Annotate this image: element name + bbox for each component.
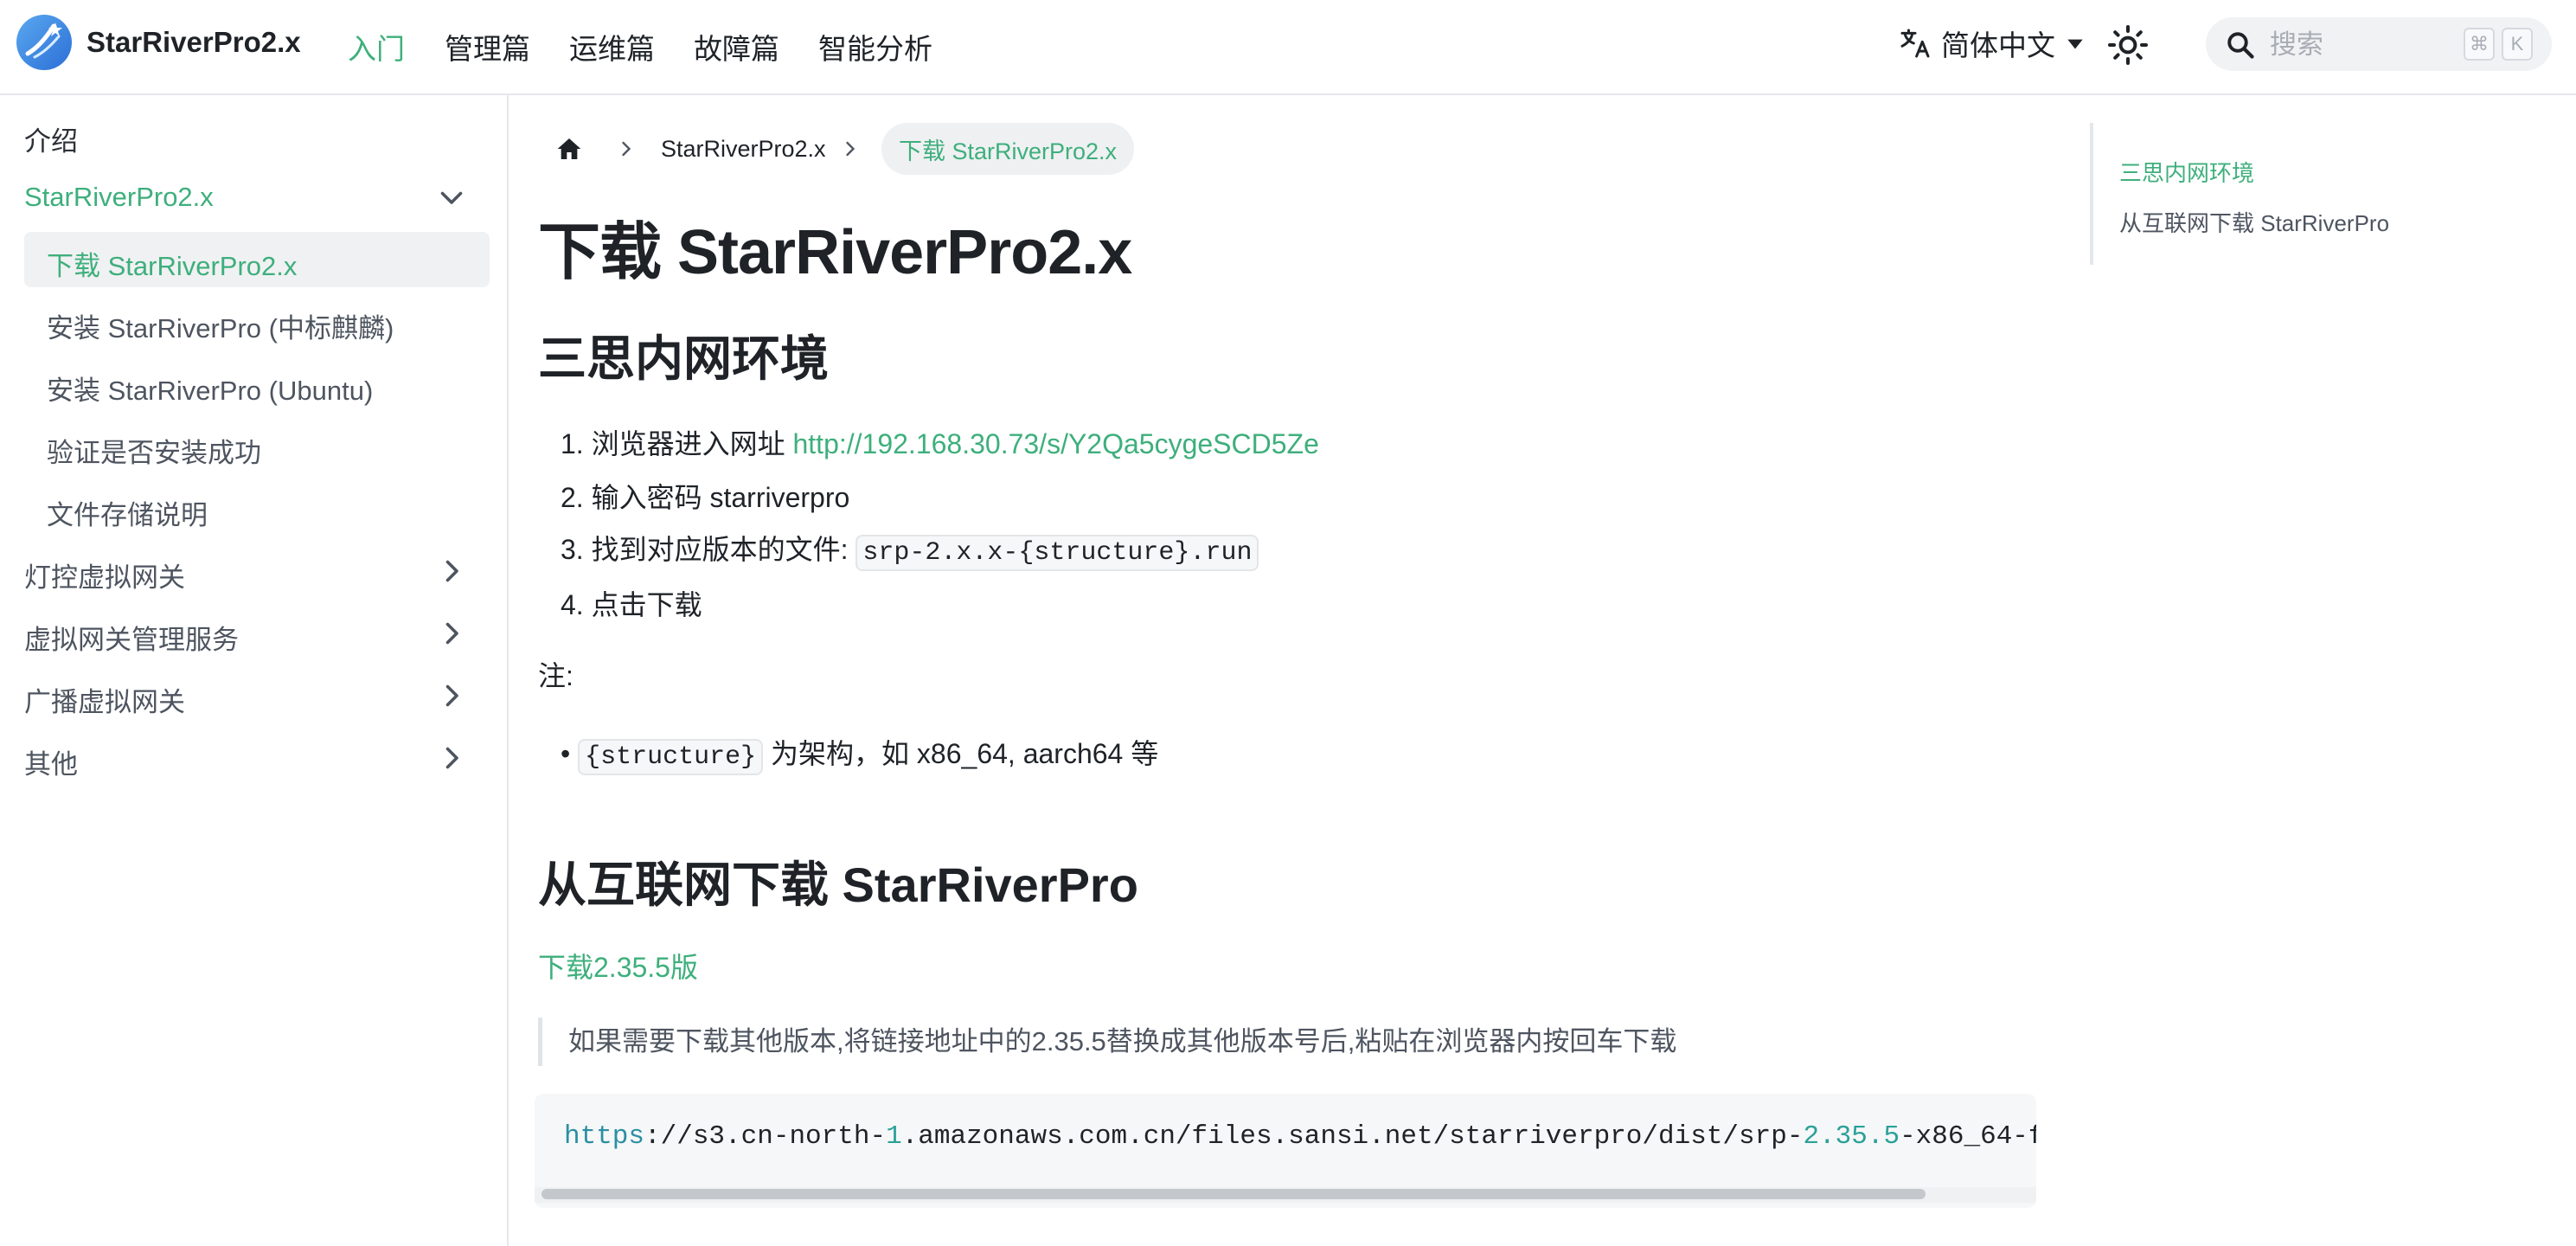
- code-token-version: 2.35.5: [1803, 1121, 1900, 1152]
- list-number: 1.: [561, 428, 584, 459]
- intranet-url-link[interactable]: http://192.168.30.73/s/Y2Qa5cygeSCD5Ze: [792, 428, 1318, 459]
- code-token: .amazonaws.com.cn/files.sansi.net/starri…: [901, 1121, 1804, 1152]
- section-heading-intranet: 三思内网环境: [538, 331, 829, 386]
- chevron-right-icon: [622, 141, 631, 157]
- sidebar: 介绍 StarRiverPro2.x 下载 StarRiverPro2.x 安装…: [0, 95, 509, 1246]
- sidebar-group-gateway-management[interactable]: 虚拟网关管理服务: [24, 618, 239, 657]
- page-title: 下载 StarRiverPro2.x: [538, 218, 1132, 287]
- search-icon: [2227, 32, 2254, 59]
- top-navbar: StarRiverPro2.x 入门 管理篇 运维篇 故障篇 智能分析 简体中文…: [0, 0, 2576, 95]
- note-label: 注:: [538, 660, 574, 691]
- sidebar-item-download[interactable]: 下载 StarRiverPro2.x: [47, 244, 297, 283]
- horizontal-scrollbar-thumb[interactable]: [541, 1189, 1926, 1199]
- list-number: 4.: [561, 589, 584, 620]
- sun-icon[interactable]: [2107, 24, 2149, 66]
- code-token-protocol: https: [564, 1121, 645, 1152]
- code-token: -x86_64-fu: [1900, 1121, 2036, 1152]
- sidebar-item-file-storage[interactable]: 文件存储说明: [47, 493, 208, 532]
- sidebar-group-broadcast-gateway[interactable]: 广播虚拟网关: [24, 680, 185, 719]
- download-link[interactable]: 下载2.35.5版: [538, 946, 698, 986]
- sidebar-group-other[interactable]: 其他: [24, 742, 78, 781]
- list-item: 3. 找到对应版本的文件: srp-2.x.x-{structure}.run: [561, 528, 1259, 571]
- inline-code-filename: srp-2.x.x-{structure}.run: [855, 535, 1259, 571]
- nav-item-operations[interactable]: 运维篇: [569, 26, 655, 67]
- sidebar-item-install-ubuntu[interactable]: 安装 StarRiverPro (Ubuntu): [47, 369, 373, 408]
- list-number: 3.: [561, 534, 584, 565]
- list-text: 输入密码 starriverpro: [591, 482, 850, 513]
- chevron-right-icon[interactable]: [436, 680, 467, 711]
- translate-icon: [1900, 29, 1930, 58]
- list-text: 找到对应版本的文件:: [591, 534, 856, 565]
- list-text: 浏览器进入网址: [591, 428, 793, 459]
- breadcrumb-item[interactable]: StarRiverPro2.x: [661, 136, 826, 163]
- code-block[interactable]: https://s3.cn-north-1.amazonaws.com.cn/f…: [535, 1094, 2036, 1208]
- sidebar-item-install-kylin[interactable]: 安装 StarRiverPro (中标麒麟): [47, 306, 394, 345]
- bullet-item: • {structure} 为架构，如 x86_64, aarch64 等: [561, 732, 1159, 775]
- list-text: 点击下载: [591, 589, 702, 620]
- shortcut-key-cmd: ⌘: [2464, 28, 2495, 61]
- inline-code-structure: {structure}: [578, 739, 764, 775]
- list-number: 2.: [561, 482, 584, 513]
- code-token: ://s3.cn-north-: [644, 1121, 887, 1152]
- caret-down-icon: [2067, 39, 2083, 49]
- sidebar-group-starriverpro[interactable]: StarRiverPro2.x: [24, 182, 214, 213]
- language-switcher[interactable]: 简体中文: [1898, 24, 2086, 62]
- shortcut-key-k: K: [2502, 28, 2533, 61]
- language-label: 简体中文: [1941, 29, 2055, 61]
- code-line: https://s3.cn-north-1.amazonaws.com.cn/f…: [564, 1121, 2036, 1152]
- chevron-down-icon[interactable]: [436, 182, 467, 213]
- breadcrumb-current: 下载 StarRiverPro2.x: [881, 123, 1135, 175]
- site-title[interactable]: StarRiverPro2.x: [87, 26, 301, 59]
- search-box[interactable]: ⌘ K: [2206, 17, 2552, 71]
- chevron-right-icon: [846, 141, 855, 157]
- list-item: 1. 浏览器进入网址 http://192.168.30.73/s/Y2Qa5c…: [561, 422, 1319, 462]
- nav-item-smart-analysis[interactable]: 智能分析: [818, 26, 932, 67]
- logo-icon[interactable]: [16, 14, 73, 71]
- section-heading-internet: 从互联网下载 StarRiverPro: [538, 857, 1138, 912]
- sidebar-item-verify-install[interactable]: 验证是否安装成功: [47, 431, 261, 470]
- search-input[interactable]: [2268, 28, 2453, 62]
- blockquote: 如果需要下载其他版本,将链接地址中的2.35.5替换成其他版本号后,粘贴在浏览器…: [538, 1018, 1676, 1066]
- list-item: 4. 点击下载: [561, 583, 702, 623]
- toc-rail: [2090, 123, 2093, 265]
- toc-item-intranet[interactable]: 三思内网环境: [2119, 156, 2254, 188]
- code-token-number: 1: [886, 1121, 902, 1152]
- chevron-right-icon[interactable]: [436, 742, 467, 774]
- sidebar-item-intro[interactable]: 介绍: [24, 119, 78, 158]
- bullet-text: 为架构，如 x86_64, aarch64 等: [763, 738, 1159, 769]
- nav-item-management[interactable]: 管理篇: [445, 26, 530, 67]
- bullet-dot: •: [561, 738, 579, 769]
- home-icon[interactable]: [555, 135, 583, 163]
- nav-item-getting-started[interactable]: 入门: [348, 26, 405, 67]
- list-item: 2. 输入密码 starriverpro: [561, 476, 849, 516]
- chevron-right-icon[interactable]: [436, 556, 467, 587]
- sidebar-group-light-gateway[interactable]: 灯控虚拟网关: [24, 556, 185, 594]
- chevron-right-icon[interactable]: [436, 618, 467, 649]
- toc-item-internet[interactable]: 从互联网下载 StarRiverPro: [2119, 206, 2389, 238]
- nav-item-troubleshooting[interactable]: 故障篇: [694, 26, 779, 67]
